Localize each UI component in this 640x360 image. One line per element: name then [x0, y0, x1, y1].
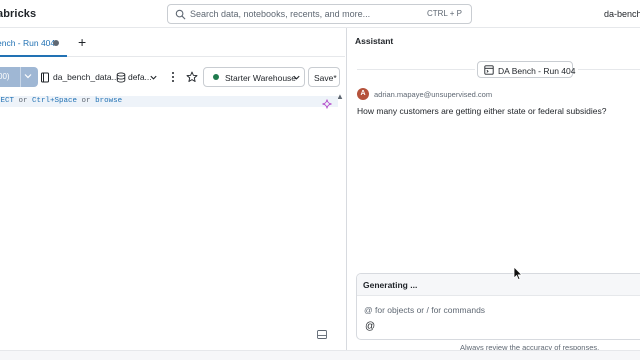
- assistant-input[interactable]: @ for objects or / for commands: [364, 305, 485, 315]
- workspace-switcher[interactable]: da-bench: [604, 9, 640, 19]
- warehouse-name: Starter Warehouse: [225, 73, 297, 83]
- separator-line: [357, 69, 475, 70]
- warehouse-status-icon: [213, 74, 219, 80]
- hint-keys: Ctrl+Space: [32, 97, 78, 105]
- notebook-name: DA Bench - Run 404: [498, 66, 576, 76]
- run-button[interactable]: 00): [0, 67, 38, 87]
- global-search-input[interactable]: Search data, notebooks, recents, and mor…: [167, 4, 472, 24]
- tab-query[interactable]: ench - Run 404: [0, 29, 67, 57]
- editor-toolbar: 00) da_bench_data... defa... Starter War…: [0, 66, 345, 92]
- hint-or: or: [14, 97, 33, 105]
- sql-editor[interactable]: LECT or Ctrl+Space or browse: [0, 96, 345, 346]
- run-button-divider: [20, 67, 21, 87]
- toggle-results-panel-icon[interactable]: [317, 330, 327, 339]
- search-icon: [175, 9, 186, 20]
- notebook-icon: [484, 65, 494, 75]
- assistant-composer: Generating ... @ for objects or / for co…: [356, 273, 640, 340]
- editor-hint: LECT or Ctrl+Space or browse: [0, 97, 122, 105]
- unsaved-dot-icon: [53, 40, 59, 46]
- status-text: Generating ...: [363, 280, 418, 290]
- new-tab-button[interactable]: +: [78, 34, 86, 50]
- run-button-label: 00): [0, 72, 10, 81]
- hint-browse-link[interactable]: browse: [95, 97, 122, 105]
- active-line[interactable]: LECT or Ctrl+Space or browse: [0, 96, 338, 109]
- save-button-label: Save*: [314, 73, 337, 83]
- search-shortcut: CTRL + P: [426, 9, 462, 18]
- mention-button[interactable]: @: [365, 321, 375, 332]
- avatar: A: [357, 88, 369, 100]
- save-button[interactable]: Save*: [308, 67, 340, 87]
- catalog-icon: [41, 72, 49, 83]
- favorite-star-icon[interactable]: [186, 71, 198, 83]
- tab-label: ench - Run 404: [0, 38, 56, 48]
- search-placeholder: Search data, notebooks, recents, and mor…: [190, 9, 371, 19]
- more-options-icon[interactable]: [168, 71, 178, 83]
- status-bar: [0, 350, 640, 360]
- user-email: adrian.mapaye@unsupervised.com: [374, 90, 493, 99]
- hint-keyword: LECT: [0, 97, 15, 105]
- editor-tab-bar: ench - Run 404 +: [0, 29, 345, 57]
- warehouse-selector[interactable]: Starter Warehouse: [203, 67, 305, 87]
- app-logo[interactable]: abricks: [0, 8, 36, 20]
- chevron-down-icon[interactable]: [23, 71, 33, 81]
- sparkle-assistant-icon[interactable]: [322, 99, 332, 109]
- chevron-down-icon: [293, 75, 300, 80]
- notebook-context-chip[interactable]: DA Bench - Run 404: [477, 61, 576, 78]
- user-question: How many customers are getting either st…: [357, 106, 607, 116]
- assistant-title: Assistant: [355, 36, 394, 46]
- mouse-cursor-icon: [513, 266, 523, 281]
- hint-or: or: [77, 97, 96, 105]
- database-icon: [116, 72, 126, 83]
- catalog-name: da_bench_data...: [53, 72, 119, 82]
- separator-line: [578, 69, 640, 70]
- chevron-down-icon: [150, 75, 157, 80]
- top-bar: abricks Search data, notebooks, recents,…: [0, 0, 640, 28]
- generating-status: Generating ...: [357, 274, 640, 296]
- pane-divider[interactable]: [346, 28, 347, 350]
